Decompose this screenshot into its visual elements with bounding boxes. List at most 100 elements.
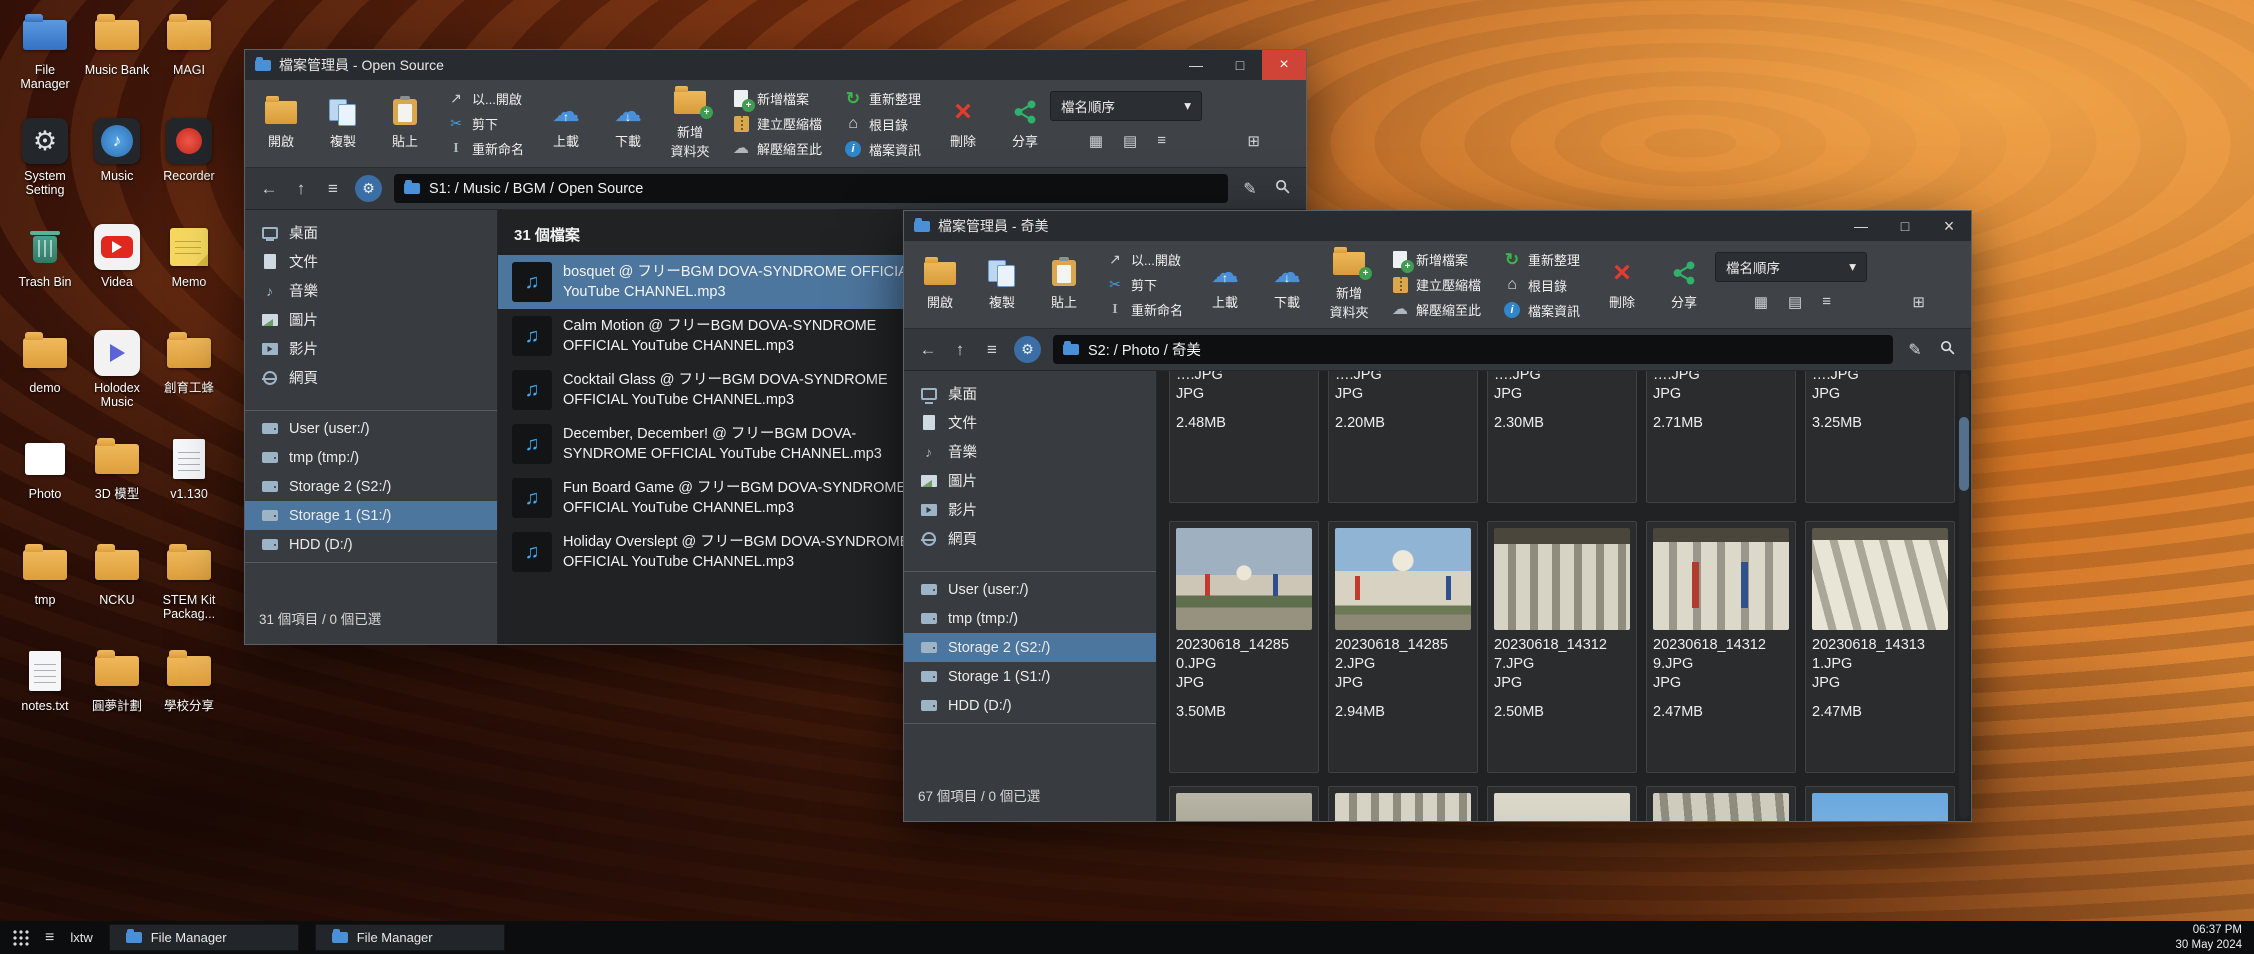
scrollbar-thumb[interactable] [1959, 417, 1969, 491]
root-button[interactable]: ⌂根目錄 [1503, 276, 1580, 295]
desktop-icon-photo[interactable]: Photo [10, 436, 80, 542]
view-columns-button[interactable]: ⊞ [1912, 293, 1925, 311]
file-cell[interactable]: ….JPGJPG2.48MB [1169, 371, 1319, 503]
desktop-icon-trash-bin[interactable]: Trash Bin [10, 224, 80, 330]
delete-button[interactable]: ×刪除 [1602, 258, 1642, 311]
titlebar[interactable]: 檔案管理員 - Open Source — □ × [245, 50, 1306, 80]
desktop-icon-maker-bee[interactable]: 創育工蜂 [154, 330, 224, 436]
sort-dropdown[interactable]: 檔名順序▾ [1050, 91, 1202, 121]
file-cell[interactable] [1805, 786, 1955, 821]
desktop-icon-tmp[interactable]: tmp [10, 542, 80, 648]
view-list-button[interactable]: ▤ [1123, 132, 1137, 150]
paste-button[interactable]: 貼上 [1044, 258, 1084, 311]
file-cell[interactable] [1328, 786, 1478, 821]
search-button[interactable] [1272, 178, 1292, 200]
sidebar-item-music[interactable]: ♪音樂 [245, 276, 497, 305]
new-folder-button[interactable]: +新增資料夾 [1329, 249, 1369, 321]
sidebar-item-storage1-drive[interactable]: Storage 1 (S1:/) [245, 501, 497, 530]
sidebar-item-videos[interactable]: 影片 [245, 334, 497, 363]
desktop-icon-music[interactable]: ♪Music [82, 118, 152, 224]
close-button[interactable]: × [1262, 50, 1306, 80]
settings-gear-button[interactable]: ⚙ [1014, 336, 1041, 363]
desktop-icon-holodex-music[interactable]: Holodex Music [82, 330, 152, 436]
refresh-button[interactable]: ↻重新整理 [844, 89, 921, 109]
open-with-button[interactable]: ↗以...開啟 [447, 89, 524, 108]
view-grid-button[interactable]: ▦ [1754, 293, 1768, 311]
taskbar-app-file-manager-1[interactable]: File Manager [109, 924, 299, 951]
desktop-icon-recorder[interactable]: Recorder [154, 118, 224, 224]
desktop-icon-dream-plan[interactable]: 圓夢計劃 [82, 648, 152, 754]
sidebar-item-storage2-drive[interactable]: Storage 2 (S2:/) [245, 472, 497, 501]
sort-dropdown[interactable]: 檔名順序▾ [1715, 252, 1867, 282]
desktop-icon-ncku[interactable]: NCKU [82, 542, 152, 648]
sidebar-item-web[interactable]: 網頁 [245, 363, 497, 392]
sidebar-item-desktop[interactable]: 桌面 [245, 218, 497, 247]
sidebar-item-user-drive[interactable]: User (user:/) [904, 575, 1156, 604]
file-cell[interactable] [1487, 786, 1637, 821]
cut-button[interactable]: ✂剪下 [447, 114, 524, 133]
root-button[interactable]: ⌂根目錄 [844, 115, 921, 134]
share-button[interactable]: 分享 [1005, 97, 1045, 150]
new-file-button[interactable]: +新增檔案 [1391, 250, 1481, 269]
file-cell[interactable] [1646, 786, 1796, 821]
file-cell[interactable]: ….JPGJPG3.25MB [1805, 371, 1955, 503]
input-method-indicator[interactable]: lxtw [70, 930, 92, 945]
extract-here-button[interactable]: ☁解壓縮至此 [1391, 300, 1481, 319]
copy-button[interactable]: 複製 [982, 258, 1022, 311]
scrollbar[interactable] [1959, 373, 1969, 819]
view-detail-button[interactable]: ≡ [1157, 132, 1166, 150]
sidebar-item-desktop[interactable]: 桌面 [904, 379, 1156, 408]
file-cell[interactable]: ….JPGJPG2.30MB [1487, 371, 1637, 503]
taskbar-app-file-manager-2[interactable]: File Manager [315, 924, 505, 951]
paste-button[interactable]: 貼上 [385, 97, 425, 150]
desktop-icon-school-share[interactable]: 學校分享 [154, 648, 224, 754]
sidebar-item-music[interactable]: ♪音樂 [904, 437, 1156, 466]
path-input[interactable]: S1: / Music / BGM / Open Source [394, 174, 1228, 203]
new-folder-button[interactable]: +新增資料夾 [670, 88, 710, 160]
file-cell[interactable]: 20230618_143131.JPGJPG2.47MB [1805, 521, 1955, 773]
up-button[interactable]: ↑ [291, 179, 311, 199]
share-button[interactable]: 分享 [1664, 258, 1704, 311]
sidebar-item-tmp-drive[interactable]: tmp (tmp:/) [904, 604, 1156, 633]
close-button[interactable]: × [1927, 211, 1971, 241]
desktop-icon-file-manager[interactable]: File Manager [10, 12, 80, 118]
desktop-icon-magi[interactable]: MAGI [154, 12, 224, 118]
upload-button[interactable]: ☁↑上載 [1205, 258, 1245, 311]
up-button[interactable]: ↑ [950, 340, 970, 360]
rename-button[interactable]: I重新命名 [447, 139, 524, 158]
open-button[interactable]: 開啟 [261, 97, 301, 150]
cut-button[interactable]: ✂剪下 [1106, 275, 1183, 294]
desktop-icon-3d-model[interactable]: 3D 模型 [82, 436, 152, 542]
file-cell[interactable]: 20230618_143127.JPGJPG2.50MB [1487, 521, 1637, 773]
view-list-button[interactable]: ▤ [1788, 293, 1802, 311]
clock[interactable]: 06:37 PM 30 May 2024 [2176, 923, 2243, 953]
search-button[interactable] [1937, 339, 1957, 361]
open-with-button[interactable]: ↗以...開啟 [1106, 250, 1183, 269]
minimize-button[interactable]: — [1839, 211, 1883, 241]
menu-button[interactable]: ≡ [982, 340, 1002, 360]
sidebar-item-web[interactable]: 網頁 [904, 524, 1156, 553]
sidebar-item-videos[interactable]: 影片 [904, 495, 1156, 524]
desktop-icon-memo[interactable]: Memo [154, 224, 224, 330]
minimize-button[interactable]: — [1174, 50, 1218, 80]
back-button[interactable]: ← [259, 179, 279, 199]
file-info-button[interactable]: i檔案資訊 [844, 140, 921, 159]
sidebar-item-tmp-drive[interactable]: tmp (tmp:/) [245, 443, 497, 472]
menu-button[interactable]: ≡ [323, 179, 343, 199]
desktop-icon-stem-kit[interactable]: STEM Kit Packag... [154, 542, 224, 648]
desktop-icon-notes-txt[interactable]: notes.txt [10, 648, 80, 754]
file-cell[interactable]: 20230618_142850.JPGJPG3.50MB [1169, 521, 1319, 773]
view-grid-button[interactable]: ▦ [1089, 132, 1103, 150]
create-archive-button[interactable]: 建立壓縮檔 [732, 114, 822, 133]
desktop-icon-system-setting[interactable]: ⚙System Setting [10, 118, 80, 224]
desktop-icon-videa[interactable]: Videa [82, 224, 152, 330]
upload-button[interactable]: ☁↑上載 [546, 97, 586, 150]
sidebar-item-user-drive[interactable]: User (user:/) [245, 414, 497, 443]
edit-path-button[interactable]: ✎ [1905, 340, 1925, 360]
open-button[interactable]: 開啟 [920, 258, 960, 311]
create-archive-button[interactable]: 建立壓縮檔 [1391, 275, 1481, 294]
rename-button[interactable]: I重新命名 [1106, 300, 1183, 319]
sidebar-item-hdd-drive[interactable]: HDD (D:/) [245, 530, 497, 559]
file-cell[interactable]: ….JPGJPG2.71MB [1646, 371, 1796, 503]
download-button[interactable]: ☁↓下載 [608, 97, 648, 150]
